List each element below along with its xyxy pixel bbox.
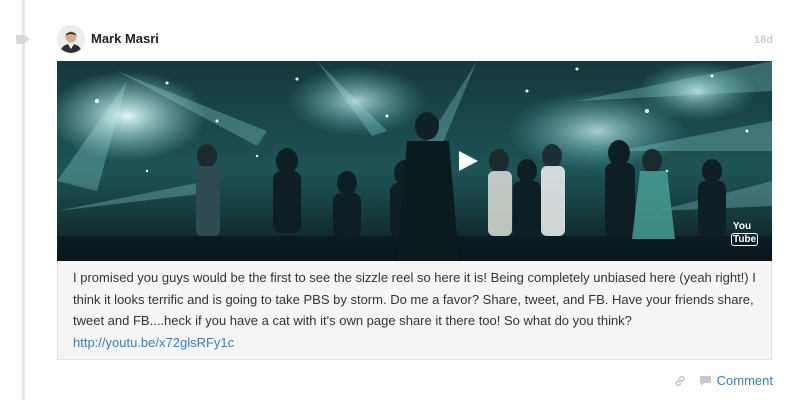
post-actions: Comment: [673, 373, 773, 388]
timeline-line: [22, 0, 25, 400]
link-icon[interactable]: [673, 374, 687, 388]
comment-button[interactable]: Comment: [717, 373, 773, 388]
play-icon[interactable]: [457, 150, 479, 172]
video-scene: [57, 61, 772, 261]
post-text: I promised you guys would be the first t…: [73, 270, 756, 328]
timeline-marker: [16, 34, 30, 44]
timeline-post: Mark Masri 18d You Tube I promised you g…: [0, 0, 802, 400]
post-link[interactable]: http://youtu.be/x72glsRFy1c: [73, 332, 757, 354]
author-name[interactable]: Mark Masri: [91, 31, 159, 46]
post-timestamp: 18d: [754, 34, 773, 46]
post-body: I promised you guys would be the first t…: [57, 261, 772, 360]
avatar[interactable]: [57, 25, 85, 53]
video-thumbnail[interactable]: You Tube: [57, 61, 772, 261]
youtube-icon[interactable]: You Tube: [731, 221, 759, 251]
comment-icon[interactable]: [699, 375, 712, 387]
